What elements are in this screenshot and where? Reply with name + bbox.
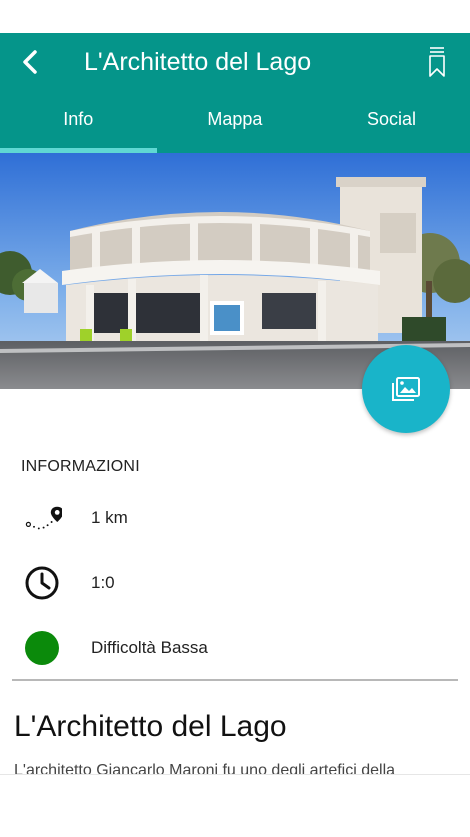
image-gallery-icon — [392, 377, 420, 401]
gallery-button[interactable] — [362, 345, 450, 433]
detail-description: L'architetto Giancarlo Maroni fu uno deg… — [14, 762, 396, 775]
route-icon — [22, 498, 62, 538]
bottom-bar — [0, 774, 470, 837]
tab-social[interactable]: Social — [313, 99, 470, 153]
info-difficulty-row: Difficoltà Bassa — [0, 628, 470, 668]
info-duration-row: 1:0 — [0, 563, 470, 603]
detail-title: L'Architetto del Lago — [14, 710, 287, 743]
page-title: L'Architetto del Lago — [84, 48, 312, 76]
duration-value: 1:0 — [91, 573, 115, 592]
chevron-left-icon — [23, 50, 37, 74]
bookmark-icon — [429, 47, 445, 77]
app-bar: L'Architetto del Lago Info Mappa Social — [0, 33, 470, 153]
status-bar — [0, 0, 470, 33]
section-heading: INFORMAZIONI — [21, 458, 140, 475]
distance-value: 1 km — [91, 508, 128, 527]
tab-mappa-label: Mappa — [207, 109, 263, 129]
bookmark-button[interactable] — [424, 45, 450, 79]
back-button[interactable] — [14, 46, 46, 78]
tab-bar: Info Mappa Social — [0, 99, 470, 153]
divider — [12, 679, 458, 681]
difficulty-value: Difficoltà Bassa — [91, 638, 208, 657]
tab-social-label: Social — [366, 109, 416, 129]
info-distance-row: 1 km — [0, 498, 470, 538]
difficulty-indicator-icon — [22, 628, 62, 668]
tab-info-label: Info — [63, 109, 94, 129]
tab-mappa[interactable]: Mappa — [157, 99, 314, 153]
tab-info[interactable]: Info — [0, 99, 157, 153]
clock-icon — [22, 563, 62, 603]
